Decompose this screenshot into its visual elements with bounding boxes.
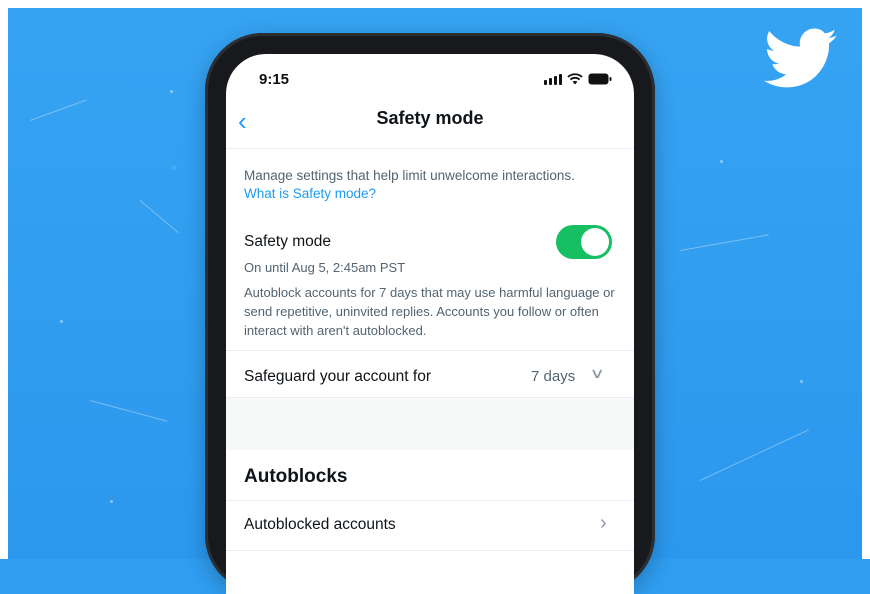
phone-screen: 9:15 ‹ Safety mode Manage settings that … — [226, 54, 634, 594]
safeguard-label[interactable]: Safeguard your account for — [244, 368, 431, 386]
background-speck — [720, 160, 723, 163]
safety-mode-until: On until Aug 5, 2:45am PST — [244, 260, 406, 275]
wifi-icon — [567, 73, 583, 85]
background-speck — [170, 90, 173, 93]
what-is-safety-mode-link[interactable]: What is Safety mode? — [244, 186, 376, 201]
status-time: 9:15 — [259, 71, 290, 88]
divider — [226, 350, 634, 351]
nav-bar: ‹ Safety mode — [226, 98, 634, 149]
background-speck — [60, 320, 63, 323]
battery-icon — [588, 73, 612, 85]
safety-mode-label: Safety mode — [244, 233, 332, 250]
chevron-down-icon[interactable]: ∨ — [589, 365, 604, 382]
background-speck — [110, 500, 113, 503]
safety-mode-toggle[interactable] — [556, 225, 612, 259]
chevron-right-icon[interactable]: › — [600, 512, 607, 535]
autoblocks-section-title: Autoblocks — [244, 466, 348, 487]
toggle-knob — [581, 228, 609, 256]
intro-description: Manage settings that help limit unwelcom… — [244, 168, 575, 183]
signal-icon — [544, 74, 562, 85]
section-gap — [226, 398, 634, 450]
safety-mode-details: Autoblock accounts for 7 days that may u… — [244, 285, 615, 338]
safeguard-value[interactable]: 7 days — [531, 368, 575, 385]
divider — [226, 550, 634, 551]
divider — [226, 500, 634, 501]
twitter-bird-icon — [764, 28, 837, 88]
page-title: Safety mode — [376, 108, 484, 128]
background-speck — [800, 380, 803, 383]
status-icons — [544, 73, 612, 85]
autoblocked-accounts-item[interactable]: Autoblocked accounts — [244, 516, 396, 534]
